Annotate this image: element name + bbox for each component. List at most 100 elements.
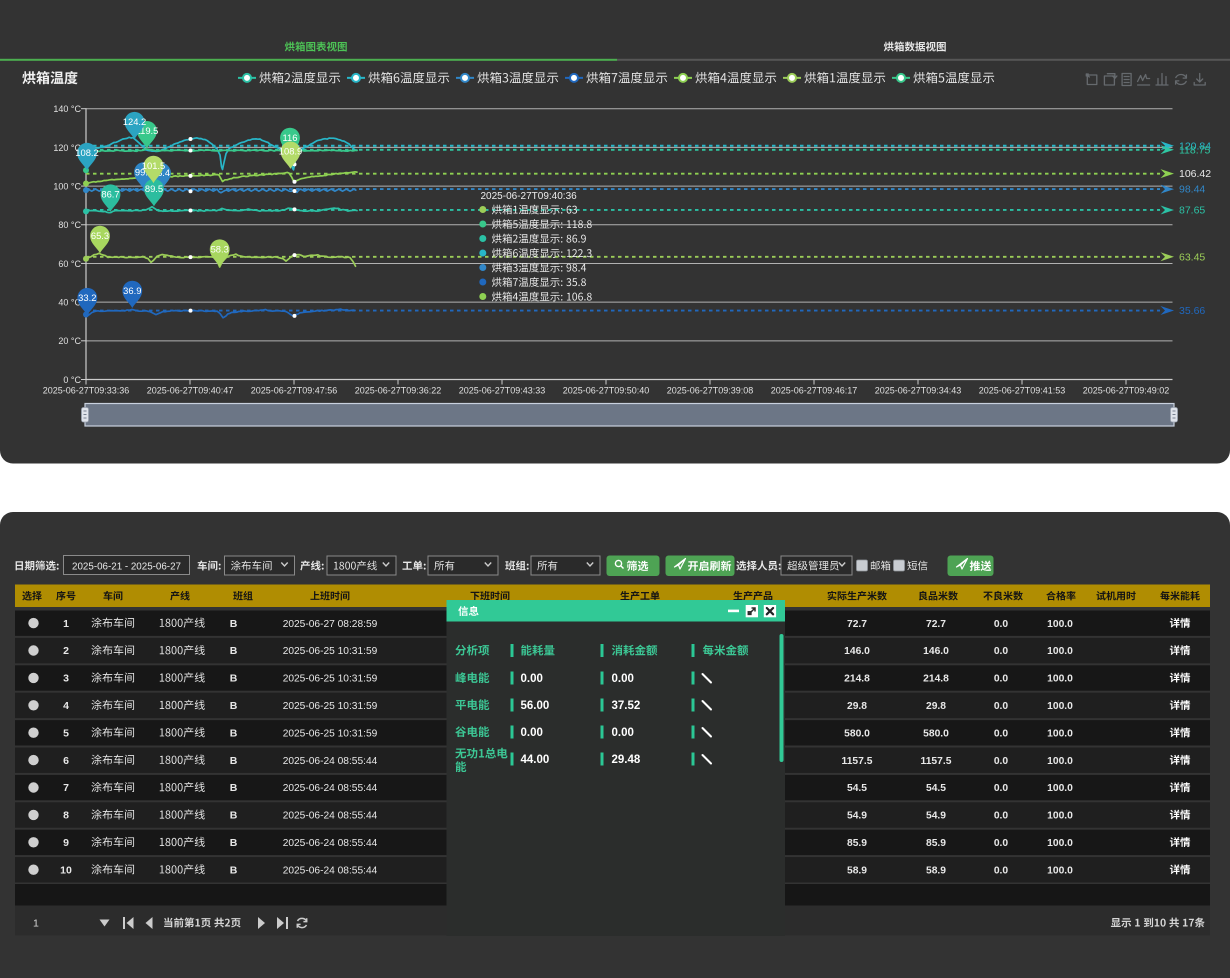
svg-text:5: 5 bbox=[63, 727, 69, 739]
svg-text:2025-06-24 08:55:44: 2025-06-24 08:55:44 bbox=[283, 838, 378, 849]
svg-text:214.8: 214.8 bbox=[844, 674, 870, 685]
svg-text:29.48: 29.48 bbox=[612, 754, 641, 766]
svg-text:54.9: 54.9 bbox=[847, 811, 867, 822]
svg-text:2025-06-27T09:36:22: 2025-06-27T09:36:22 bbox=[355, 386, 442, 396]
svg-text:54.9: 54.9 bbox=[926, 811, 946, 822]
svg-text:98.44: 98.44 bbox=[1179, 184, 1205, 196]
svg-text:106.42: 106.42 bbox=[1179, 168, 1211, 180]
svg-text:2025-06-21 - 2025-06-27: 2025-06-21 - 2025-06-27 bbox=[72, 562, 181, 573]
svg-text:580.0: 580.0 bbox=[923, 728, 949, 739]
svg-text:0.0: 0.0 bbox=[994, 728, 1009, 739]
svg-text:100.0: 100.0 bbox=[1047, 728, 1073, 739]
svg-text:33.2: 33.2 bbox=[78, 292, 96, 303]
svg-text:100.0: 100.0 bbox=[1047, 865, 1073, 876]
svg-text:2025-06-27T09:40:47: 2025-06-27T09:40:47 bbox=[147, 386, 234, 396]
svg-text:B: B bbox=[230, 755, 238, 767]
svg-text:54.5: 54.5 bbox=[847, 783, 867, 794]
svg-text:60 °C: 60 °C bbox=[58, 259, 81, 269]
svg-text:146.0: 146.0 bbox=[844, 646, 870, 657]
svg-text:2025-06-27 08:28:59: 2025-06-27 08:28:59 bbox=[283, 619, 378, 630]
svg-text:B: B bbox=[230, 810, 238, 822]
svg-text:2025-06-27T09:33:36: 2025-06-27T09:33:36 bbox=[43, 386, 130, 396]
svg-text:2025-06-25 10:31:59: 2025-06-25 10:31:59 bbox=[283, 728, 378, 739]
svg-text:B: B bbox=[230, 700, 238, 712]
svg-text:2: 2 bbox=[63, 645, 69, 657]
svg-text:0.0: 0.0 bbox=[994, 811, 1009, 822]
svg-text:100.0: 100.0 bbox=[1047, 619, 1073, 630]
svg-text:58.9: 58.9 bbox=[926, 865, 946, 876]
svg-text:146.0: 146.0 bbox=[923, 646, 949, 657]
svg-text:100.0: 100.0 bbox=[1047, 783, 1073, 794]
svg-text:100.0: 100.0 bbox=[1047, 674, 1073, 685]
svg-text:72.7: 72.7 bbox=[926, 619, 946, 630]
svg-text:54.5: 54.5 bbox=[926, 783, 946, 794]
svg-text:0.00: 0.00 bbox=[612, 727, 634, 739]
svg-text:35.66: 35.66 bbox=[1179, 305, 1205, 317]
svg-text:100 °C: 100 °C bbox=[53, 181, 81, 191]
svg-text:89.5: 89.5 bbox=[145, 183, 163, 194]
svg-text:2025-06-24 08:55:44: 2025-06-24 08:55:44 bbox=[283, 756, 378, 767]
svg-text:4: 4 bbox=[63, 700, 69, 712]
svg-text:124.2: 124.2 bbox=[123, 116, 146, 127]
svg-text:B: B bbox=[230, 645, 238, 657]
svg-text:101.5: 101.5 bbox=[142, 160, 165, 171]
svg-text:2025-06-27T09:43:33: 2025-06-27T09:43:33 bbox=[459, 386, 546, 396]
svg-text:2025-06-27T09:50:40: 2025-06-27T09:50:40 bbox=[563, 386, 650, 396]
svg-text:0.0: 0.0 bbox=[994, 865, 1009, 876]
svg-text:580.0: 580.0 bbox=[844, 728, 870, 739]
svg-text:1157.5: 1157.5 bbox=[842, 756, 873, 767]
svg-text:80 °C: 80 °C bbox=[58, 220, 81, 230]
svg-text:72.7: 72.7 bbox=[847, 619, 867, 630]
svg-text:0.0: 0.0 bbox=[994, 701, 1009, 712]
svg-text:0.0: 0.0 bbox=[994, 838, 1009, 849]
svg-text:1: 1 bbox=[33, 918, 39, 930]
svg-text:10: 10 bbox=[60, 864, 72, 876]
svg-text:58.3: 58.3 bbox=[211, 244, 229, 255]
svg-text:2025-06-27T09:40:36: 2025-06-27T09:40:36 bbox=[481, 191, 578, 202]
svg-text:2025-06-27T09:46:17: 2025-06-27T09:46:17 bbox=[771, 386, 858, 396]
svg-text:36.9: 36.9 bbox=[123, 285, 141, 296]
svg-text:0 °C: 0 °C bbox=[63, 375, 81, 385]
svg-text:2025-06-24 08:55:44: 2025-06-24 08:55:44 bbox=[283, 783, 378, 794]
svg-text:63.45: 63.45 bbox=[1179, 251, 1205, 263]
svg-text:B: B bbox=[230, 673, 238, 685]
svg-text:8: 8 bbox=[63, 810, 69, 822]
svg-text:2025-06-25 10:31:59: 2025-06-25 10:31:59 bbox=[283, 674, 378, 685]
svg-text:2025-06-24 08:55:44: 2025-06-24 08:55:44 bbox=[283, 811, 378, 822]
svg-text:140 °C: 140 °C bbox=[53, 104, 81, 114]
svg-text:87.65: 87.65 bbox=[1179, 204, 1205, 216]
svg-text:44.00: 44.00 bbox=[521, 754, 550, 766]
svg-text:58.9: 58.9 bbox=[847, 865, 867, 876]
svg-text:100.0: 100.0 bbox=[1047, 701, 1073, 712]
svg-text:B: B bbox=[230, 782, 238, 794]
svg-text:86.7: 86.7 bbox=[101, 189, 119, 200]
svg-text:1157.5: 1157.5 bbox=[921, 756, 952, 767]
svg-text:7: 7 bbox=[63, 782, 69, 794]
svg-text:2025-06-24 08:55:44: 2025-06-24 08:55:44 bbox=[283, 865, 378, 876]
svg-text:108.2: 108.2 bbox=[75, 147, 98, 158]
svg-text:B: B bbox=[230, 727, 238, 739]
svg-text:65.3: 65.3 bbox=[91, 230, 109, 241]
svg-text:0.00: 0.00 bbox=[521, 727, 543, 739]
svg-text:0.00: 0.00 bbox=[612, 673, 634, 685]
svg-text:B: B bbox=[230, 618, 238, 630]
svg-text:6: 6 bbox=[63, 755, 69, 767]
svg-text:9: 9 bbox=[63, 837, 69, 849]
svg-text:100.0: 100.0 bbox=[1047, 646, 1073, 657]
svg-text:118.75: 118.75 bbox=[1179, 144, 1210, 156]
svg-text:37.52: 37.52 bbox=[612, 700, 641, 712]
svg-text:B: B bbox=[230, 837, 238, 849]
svg-text:0.0: 0.0 bbox=[994, 674, 1009, 685]
svg-text:85.9: 85.9 bbox=[926, 838, 946, 849]
svg-text:0.0: 0.0 bbox=[994, 646, 1009, 657]
svg-text:0.00: 0.00 bbox=[521, 673, 543, 685]
svg-text:2025-06-27T09:39:08: 2025-06-27T09:39:08 bbox=[667, 386, 754, 396]
svg-text:0.0: 0.0 bbox=[994, 619, 1009, 630]
svg-text:100.0: 100.0 bbox=[1047, 811, 1073, 822]
svg-text:3: 3 bbox=[63, 673, 69, 685]
svg-text:100.0: 100.0 bbox=[1047, 756, 1073, 767]
svg-text:1: 1 bbox=[63, 618, 69, 630]
svg-text:2025-06-27T09:47:56: 2025-06-27T09:47:56 bbox=[251, 386, 338, 396]
svg-text:2025-06-25 10:31:59: 2025-06-25 10:31:59 bbox=[283, 646, 378, 657]
svg-text:85.9: 85.9 bbox=[847, 838, 867, 849]
